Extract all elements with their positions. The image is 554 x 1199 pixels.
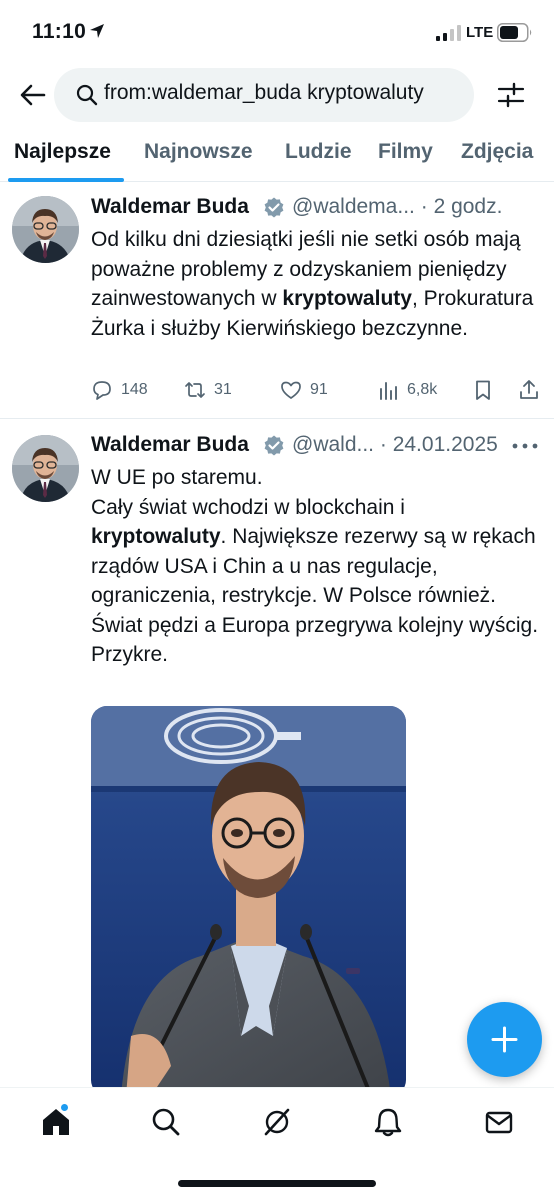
compose-post-button[interactable] (467, 1002, 542, 1077)
tweet-author-name[interactable]: Waldemar Buda (91, 433, 249, 457)
search-input[interactable]: from:waldemar_buda kryptowaluty (104, 81, 424, 105)
retweet-count: 31 (214, 381, 232, 398)
reply-count: 148 (121, 381, 148, 398)
battery-icon (497, 23, 532, 42)
tweet-actions: 148 31 91 6,8k (91, 375, 546, 405)
search-nav-icon[interactable] (150, 1106, 182, 1138)
active-tab-indicator (8, 178, 124, 182)
tweet-text-line: W UE po staremu. (91, 466, 263, 489)
tweet-handle-time: @wald... · 24.01.2025 (292, 433, 498, 457)
mail-icon[interactable] (483, 1106, 515, 1138)
tab-ludzie[interactable]: Ludzie (285, 140, 352, 164)
network-label: LTE (466, 24, 494, 41)
tweet-time[interactable]: 24.01.2025 (393, 433, 498, 456)
status-time: 11:10 (32, 20, 87, 43)
tweet-text-line: Cały świat wchodzi w blockchain i (91, 495, 405, 519)
location-arrow-icon (90, 24, 104, 38)
tweet-separator: · (379, 433, 387, 456)
bell-icon[interactable] (372, 1106, 404, 1138)
status-bar: 11:10 LTE (0, 0, 554, 66)
tweet-handle[interactable]: @waldema... (292, 195, 415, 218)
tweet-handle-time: @waldema... · 2 godz. (292, 195, 502, 219)
tweet-text-line: kryptowaluty. Największe rezerwy są w rę… (91, 522, 546, 640)
verified-badge-icon (264, 197, 284, 218)
search-icon (76, 84, 98, 106)
search-tabs: Najlepsze Najnowsze Ludzie Filmy Zdjęcia (0, 126, 554, 182)
tweet-handle[interactable]: @wald... (292, 433, 374, 456)
avatar[interactable] (12, 196, 79, 263)
tweet[interactable]: Waldemar Buda @waldema... · 2 godz. Od k… (0, 183, 554, 419)
tweet-media-video[interactable] (91, 706, 406, 1096)
notification-dot (60, 1103, 69, 1112)
like-count: 91 (310, 381, 328, 398)
tab-najnowsze[interactable]: Najnowsze (144, 140, 253, 164)
like-button[interactable]: 91 (280, 375, 328, 405)
views-count: 6,8k (407, 381, 438, 398)
plus-icon (491, 1026, 518, 1053)
grok-icon[interactable] (261, 1106, 293, 1138)
search-highlight: kryptowaluty (91, 525, 221, 548)
tweet-separator: · (420, 195, 428, 218)
share-icon[interactable] (518, 378, 540, 400)
verified-badge-icon (264, 435, 284, 456)
tab-najlepsze[interactable]: Najlepsze (14, 140, 111, 164)
avatar[interactable] (12, 435, 79, 502)
views-button[interactable]: 6,8k (377, 375, 437, 405)
retweet-icon (185, 382, 205, 398)
retweet-button[interactable]: 31 (184, 375, 232, 405)
tweet-author-name[interactable]: Waldemar Buda (91, 195, 249, 219)
bottom-navigation (0, 1087, 554, 1199)
back-arrow-icon[interactable] (18, 80, 48, 110)
bookmark-icon[interactable] (472, 379, 494, 401)
reply-button[interactable]: 148 (91, 375, 148, 405)
tab-zdjecia[interactable]: Zdjęcia (461, 140, 533, 164)
signal-icon (436, 25, 461, 41)
tweet-text: W UE po staremu. Cały świat wchodzi w bl… (91, 463, 546, 670)
home-indicator (178, 1180, 376, 1187)
more-options-icon[interactable] (510, 441, 540, 451)
video-thumbnail (91, 706, 406, 1096)
views-chart-icon (380, 382, 397, 400)
tab-filmy[interactable]: Filmy (378, 140, 433, 164)
heart-icon (281, 381, 301, 399)
tweet-text-line: Przykre. (91, 643, 169, 666)
search-header: from:waldemar_buda kryptowaluty (0, 66, 554, 126)
search-bar[interactable]: from:waldemar_buda kryptowaluty (54, 68, 474, 122)
filter-settings-icon[interactable] (496, 80, 526, 110)
tweet-time[interactable]: 2 godz. (434, 195, 503, 218)
tweet-text: Od kilku dni dziesiątki jeśli nie setki … (91, 225, 546, 343)
search-highlight: kryptowaluty (282, 287, 412, 310)
reply-icon (93, 381, 111, 400)
